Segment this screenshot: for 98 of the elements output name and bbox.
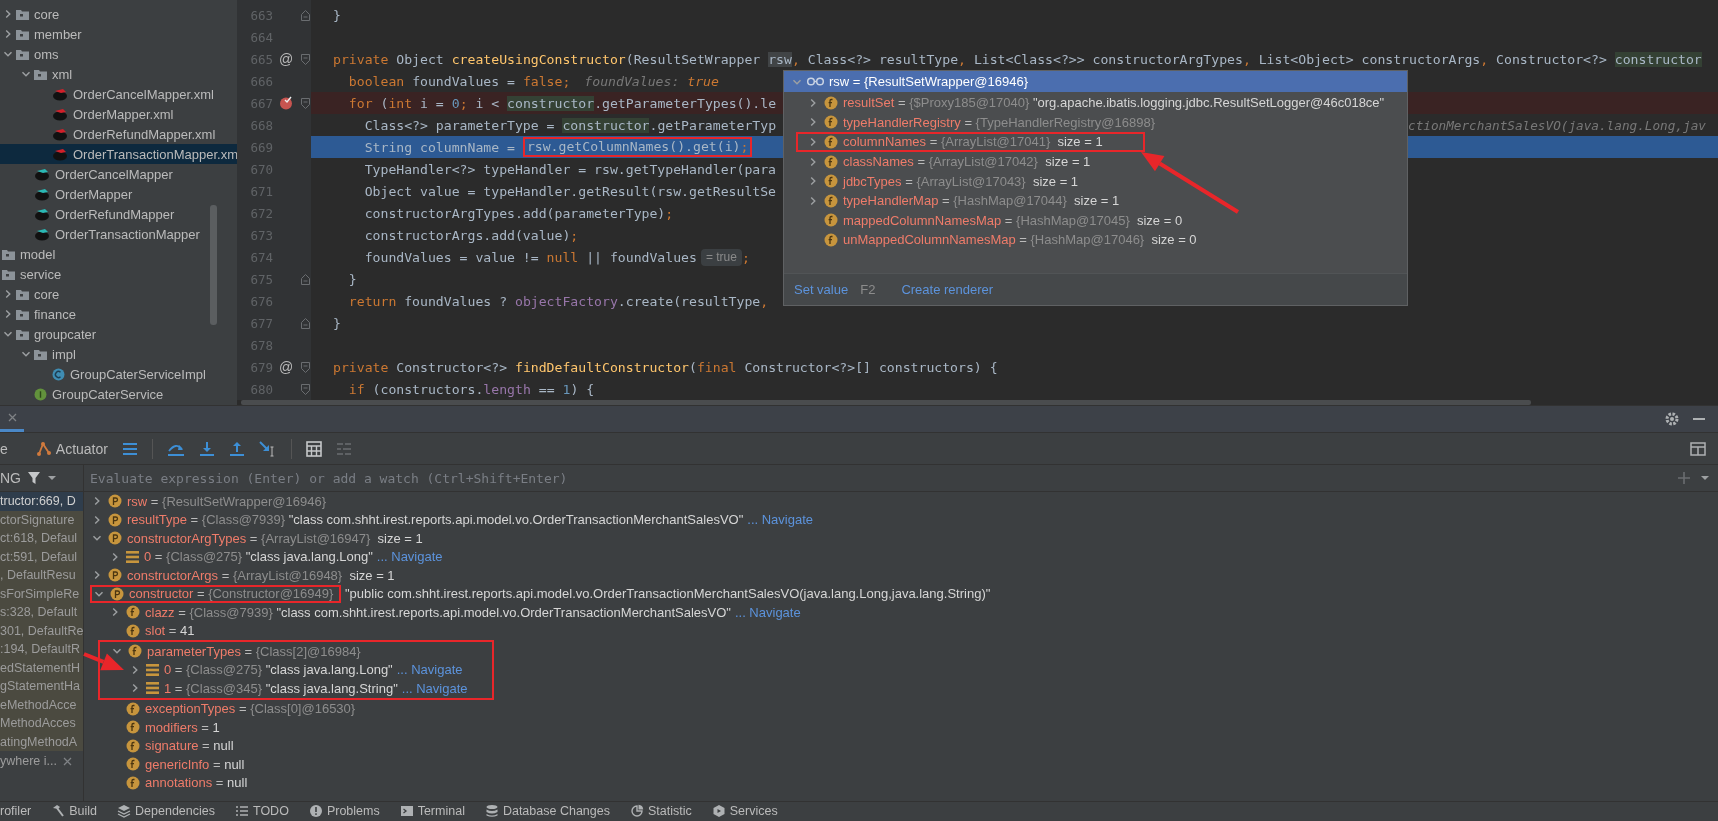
tool-window-button[interactable]: Problems — [308, 802, 380, 818]
variable-row[interactable]: unMappedColumnNamesMap = {HashMap@17046} size = 0 — [806, 230, 1205, 250]
inline-hint: ctionMerchantSalesVO(java.lang.Long,jav — [1408, 117, 1706, 133]
code-text: return foundValues ? objectFactory.create(resultType, — [347, 293, 769, 309]
tree-item[interactable]: GroupCaterService — [0, 384, 237, 404]
navigate-link[interactable]: ... Navigate — [747, 512, 814, 528]
tree-item[interactable]: oms — [0, 44, 237, 64]
tree-item[interactable]: groupcater — [0, 324, 237, 344]
inline-value: = true — [700, 248, 742, 266]
variable-row[interactable]: typeHandlerRegistry = {TypeHandlerRegistry@16898} — [806, 112, 1164, 133]
variable-row[interactable]: constructorArgs = {ArrayList@16948} size = 1 — [84, 566, 403, 585]
tree-item[interactable]: finance — [0, 304, 237, 324]
tab[interactable]: e — [0, 440, 8, 457]
tree-item[interactable]: member — [0, 24, 237, 44]
variable-row[interactable]: resultSet = {$Proxy185@17040} "org.apache.ibatis.logging.jdbc.ResultSetLogger@46c018ce" — [806, 93, 1393, 113]
code-text: for (int i = 0; i < constructor.getParameterTypes().le — [347, 95, 777, 111]
footer-link[interactable]: Create renderer — [901, 282, 994, 297]
tree-item[interactable]: xml — [0, 64, 237, 84]
thread-label: NG — [0, 470, 21, 486]
code-text: } — [347, 271, 357, 287]
variable-row[interactable]: constructorArgTypes = {ArrayList@16947} size = 1 — [84, 529, 431, 548]
code-text: } — [333, 315, 341, 331]
code-text: ; — [741, 249, 750, 265]
tab[interactable]: Actuator — [35, 440, 108, 457]
code-text: constructorArgs.add(value); — [363, 227, 579, 243]
hint-text: ywhere i... — [0, 754, 57, 768]
tree-item[interactable]: impl — [0, 344, 237, 364]
variable-row[interactable]: 0 = {Class@275} "class java.lang.Long" ... Navigate — [100, 660, 471, 679]
tool-window-button[interactable]: Database Changes — [484, 802, 610, 818]
tool-window-button[interactable]: rofiler — [0, 802, 32, 818]
tool-window-button[interactable]: Services — [711, 802, 778, 818]
variable-row[interactable]: constructor = {Constructor@16949} "public com.shht.irest.reports.api.model.vo.OrderTransactionMerchantSalesVO(java.lang.Long,java.lang.String)" — [84, 584, 999, 603]
frame-item[interactable]: tructor:669, D — [0, 492, 83, 511]
code-text: String columnName = — [363, 139, 516, 155]
variable-row[interactable]: resultType = {Class@7939} "class com.shht.irest.reports.api.model.vo.OrderTransactionMerchantSalesVO" ... Navigate — [84, 510, 822, 529]
tool-window-button[interactable]: Build — [51, 802, 98, 818]
code-text: TypeHandler<?> typeHandler = rsw.getTypeHandler(para — [363, 161, 777, 177]
code-text: if (constructors.length == 1) { — [347, 381, 595, 397]
code-text: Object value = typeHandler.getResult(rsw.getResultSe — [363, 183, 777, 199]
variable-row[interactable]: slot = 41 — [84, 621, 203, 640]
highlighted-code: rsw.getColumnNames().get(i); — [522, 137, 753, 157]
navigate-link[interactable]: ... Navigate — [376, 549, 443, 565]
code-text: private Constructor<?> findDefaultConstructor(final Constructor<?>[] constructors) { — [333, 359, 998, 375]
frame-item[interactable]: :194, DefaultR — [0, 640, 83, 659]
frame-item[interactable]: MethodAcces — [0, 714, 83, 733]
tool-window-button[interactable]: Dependencies — [117, 802, 215, 818]
override-marker[interactable]: @ — [278, 359, 294, 375]
footer-link[interactable]: Set value — [794, 282, 849, 297]
variable-row[interactable]: exceptionTypes = {Class[0]@16530} — [84, 699, 364, 718]
variable-row[interactable]: jdbcTypes = {ArrayList@17043} size = 1 — [806, 171, 1087, 191]
shortcut-hint: F2 — [860, 282, 876, 297]
tree-item[interactable]: OrderRefundMapper — [0, 204, 237, 224]
tree-item[interactable]: core — [0, 4, 237, 24]
popup-title: rsw = {ResultSetWrapper@16946} — [829, 74, 1029, 89]
variable-row[interactable]: mappedColumnNamesMap = {HashMap@17045} size = 0 — [806, 210, 1191, 231]
navigate-link[interactable]: ... Navigate — [734, 604, 801, 620]
variable-row[interactable]: classNames = {ArrayList@17042} size = 1 — [806, 151, 1099, 172]
tool-window-button[interactable]: Statistic — [629, 802, 692, 818]
code-text: Class<?> parameterType = constructor.getParameterTyp — [363, 117, 777, 133]
tree-item[interactable]: OrderMapper.xml — [0, 104, 237, 124]
variable-row[interactable]: typeHandlerMap = {HashMap@17044} size = 1 — [806, 190, 1128, 211]
variable-row[interactable]: signature = null — [84, 736, 242, 755]
frame-item[interactable]: ct:618, Defaul — [0, 529, 83, 548]
tool-window-button[interactable]: TODO — [235, 802, 289, 818]
variable-row[interactable]: modifiers = 1 — [84, 718, 228, 737]
tree-item[interactable]: OrderCancelMapper — [0, 164, 237, 184]
navigate-link[interactable]: ... Navigate — [401, 680, 468, 696]
watch-field[interactable]: Evaluate expression (Enter) or add a watch (Ctrl+Shift+Enter) — [84, 465, 1668, 491]
code-text: private Object createUsingConstructor(ResultSetWrapper rsw, Class<?> resultType, List<Class<?>> constructorArgTypes, List<Object> constructorArgs, Constructor<?> constructor — [333, 51, 1702, 67]
code-text: } — [333, 7, 341, 23]
navigate-link[interactable]: ... Navigate — [396, 662, 463, 678]
variable-row[interactable]: 1 = {Class@345} "class java.lang.String" ... Navigate — [100, 679, 476, 698]
frame-item[interactable]: , DefaultResu — [0, 566, 83, 585]
variable-row[interactable]: 0 = {Class@275} "class java.lang.Long" ... Navigate — [84, 547, 451, 566]
tree-item[interactable]: OrderCancelMapper.xml — [0, 84, 237, 104]
variable-row[interactable]: columnNames = {ArrayList@17041} size = 1 — [796, 132, 1145, 152]
variable-row[interactable]: rsw = {ResultSetWrapper@16946} — [84, 492, 335, 511]
tree-item[interactable]: OrderTransactionMapper — [0, 224, 237, 244]
tree-item[interactable]: core — [0, 284, 237, 304]
variable-row[interactable]: parameterTypes = {Class[2]@16984} — [100, 642, 369, 661]
frame-item[interactable]: s:328, Default — [0, 603, 83, 622]
inline-hint: foundValues: true — [584, 73, 719, 89]
tree-item[interactable]: OrderRefundMapper.xml — [0, 124, 237, 144]
code-text: constructorArgTypes.add(parameterType); — [363, 205, 674, 221]
variable-row[interactable]: annotations = null — [84, 773, 256, 792]
tree-item[interactable]: GroupCaterServiceImpl — [0, 364, 237, 384]
tool-window-button[interactable]: Terminal — [399, 802, 465, 818]
variable-row[interactable]: genericInfo = null — [84, 755, 253, 774]
tree-item[interactable]: OrderMapper — [0, 184, 237, 204]
popup-header[interactable]: rsw = {ResultSetWrapper@16946} — [784, 71, 1407, 92]
tree-item[interactable]: model — [0, 244, 237, 264]
override-marker[interactable]: @ — [278, 51, 294, 67]
tree-item[interactable]: service — [0, 264, 237, 284]
variable-row[interactable]: clazz = {Class@7939} "class com.shht.irest.reports.api.model.vo.OrderTransactionMerchantSalesVO" ... Navigate — [84, 603, 809, 622]
code-text: boolean foundValues = false; — [347, 73, 571, 89]
frame-item[interactable]: gStatementHa — [0, 677, 83, 696]
code-text: foundValues = value != null || foundValues — [363, 249, 697, 265]
tree-item[interactable]: OrderTransactionMapper.xm — [0, 144, 237, 164]
